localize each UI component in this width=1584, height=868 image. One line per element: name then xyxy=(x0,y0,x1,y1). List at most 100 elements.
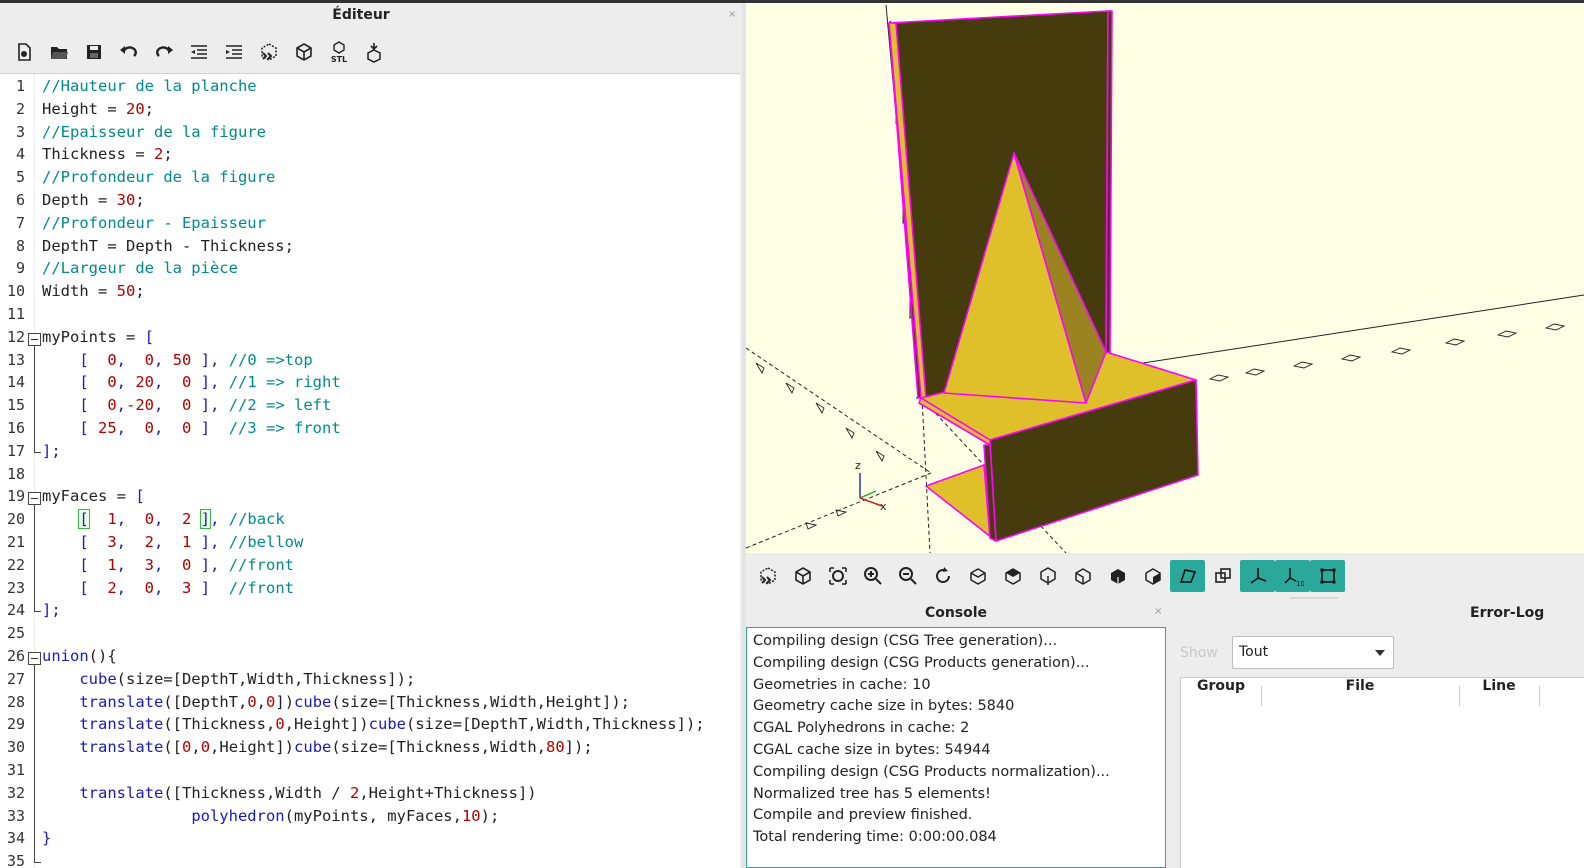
preview-icon[interactable] xyxy=(251,38,286,66)
undo-icon[interactable] xyxy=(111,38,146,66)
code-token: 0 xyxy=(182,555,192,574)
redo-icon[interactable] xyxy=(146,38,181,66)
line-number: 9 xyxy=(15,259,25,278)
show-axes-icon[interactable] xyxy=(1240,560,1275,592)
view-top-icon[interactable] xyxy=(995,560,1030,592)
3d-scene: z x xyxy=(746,4,1584,553)
console-line: CGAL Polyhedrons in cache: 2 xyxy=(753,720,970,737)
code-token: union xyxy=(42,647,89,665)
column-line[interactable]: Line xyxy=(1459,678,1539,714)
code-token: translate xyxy=(79,715,164,734)
code-token: //Hauteur de la planche xyxy=(42,77,257,95)
code-token: 0 xyxy=(144,578,155,597)
code-token: , xyxy=(256,692,267,711)
code-token: 2 xyxy=(144,533,155,551)
open-file-icon[interactable] xyxy=(41,38,76,66)
code-token: 0 xyxy=(107,373,117,392)
code-token: , xyxy=(116,533,145,551)
line-number: 4 xyxy=(15,145,25,164)
code-token: //bellow xyxy=(228,533,304,551)
reset-view-icon[interactable] xyxy=(925,560,960,592)
code-editor[interactable]: 1//Hauteur de la planche 2 Height = 20; 3//… xyxy=(0,73,740,868)
preview-icon[interactable] xyxy=(750,560,785,592)
orthogonal-icon[interactable] xyxy=(1205,560,1240,592)
code-token: } xyxy=(42,829,52,848)
errorlog-filter-select[interactable]: Tout xyxy=(1232,636,1394,669)
code-token: , xyxy=(154,555,183,574)
view-front-icon[interactable] xyxy=(1100,560,1135,592)
zoom-out-icon[interactable] xyxy=(890,560,925,592)
export-stl-icon[interactable]: STL xyxy=(321,38,356,66)
line-number: 35 xyxy=(6,852,25,868)
view-right-icon[interactable] xyxy=(960,560,995,592)
code-text: //Hauteur de la planche xyxy=(42,77,257,95)
code-token: polyhedron xyxy=(191,806,285,825)
code-token: ; xyxy=(135,191,145,209)
code-token: , xyxy=(154,533,183,551)
line-number: 19 xyxy=(6,487,25,506)
perspective-icon[interactable] xyxy=(1170,560,1205,592)
line-number: 27 xyxy=(6,669,25,688)
code-token: , xyxy=(116,373,136,392)
column-file[interactable]: File xyxy=(1261,678,1459,714)
line-number: 22 xyxy=(6,555,25,574)
editor-panel: Éditeur × STL 1 //Hauteur de la planche … xyxy=(0,3,742,868)
code-token: ], xyxy=(191,396,229,415)
code-text: polyhedron(myPoints, myFaces,10); xyxy=(42,807,499,825)
fold-toggle-icon[interactable] xyxy=(28,652,41,665)
gizmo-z-label: z xyxy=(855,459,861,472)
unindent-icon[interactable] xyxy=(181,38,216,66)
fold-toggle-icon[interactable] xyxy=(28,492,41,506)
fold-guide xyxy=(34,345,35,452)
fold-toggle-icon[interactable] xyxy=(28,332,41,346)
code-text: myPoints = [ xyxy=(42,328,154,346)
line-number: 28 xyxy=(6,692,25,711)
zoom-in-icon[interactable] xyxy=(855,560,890,592)
editor-close-button[interactable]: × xyxy=(728,9,736,20)
console-title: Console xyxy=(924,605,988,621)
code-token: 80 xyxy=(546,738,565,757)
code-token: 0 xyxy=(200,738,211,757)
line-number: 10 xyxy=(6,282,25,301)
code-token: , xyxy=(154,396,183,415)
view-all-icon[interactable] xyxy=(820,560,855,592)
3d-viewport[interactable]: z x xyxy=(746,3,1584,553)
view-bottom-icon[interactable] xyxy=(1030,560,1065,592)
view-back-icon[interactable] xyxy=(1135,560,1170,592)
indent-icon[interactable] xyxy=(216,38,251,66)
render-icon[interactable] xyxy=(286,38,321,66)
view-left-icon[interactable] xyxy=(1065,560,1100,592)
line-number: 32 xyxy=(6,783,25,802)
send-to-print-icon[interactable] xyxy=(356,38,391,66)
errorlog-table[interactable]: Group File Line xyxy=(1180,677,1584,868)
editor-toolbar: STL xyxy=(6,37,391,67)
console-output[interactable]: Compiling design (CSG Tree generation)..… xyxy=(746,627,1166,868)
show-edges-icon[interactable] xyxy=(1310,560,1345,592)
code-token: (){ xyxy=(88,647,117,665)
line-number: 11 xyxy=(6,305,25,323)
show-scale-markers-icon[interactable]: 10 xyxy=(1275,560,1310,592)
code-token: 0 xyxy=(275,715,285,734)
code-text: translate([Thickness,0,Height])cube(size… xyxy=(42,715,704,734)
code-token: [ xyxy=(79,373,108,392)
code-token: ); xyxy=(480,806,500,825)
code-token: cube xyxy=(79,669,117,688)
line-number: 25 xyxy=(6,624,25,643)
render-icon[interactable] xyxy=(785,560,820,592)
save-icon[interactable] xyxy=(76,38,111,66)
code-text: [ 0, 0, 50 ], //0 =>top xyxy=(42,351,312,369)
new-file-icon[interactable] xyxy=(6,38,41,66)
console-close-button[interactable]: × xyxy=(1154,606,1162,617)
code-token: 50 xyxy=(116,282,136,301)
code-token: translate xyxy=(79,738,164,757)
code-text: Thickness = 2; xyxy=(42,145,173,163)
code-text: //Largeur de la pièce xyxy=(42,259,238,277)
code-token: ([Thickness, xyxy=(163,715,276,734)
column-group[interactable]: Group xyxy=(1181,678,1261,714)
code-token: ,Height]) xyxy=(210,738,295,757)
